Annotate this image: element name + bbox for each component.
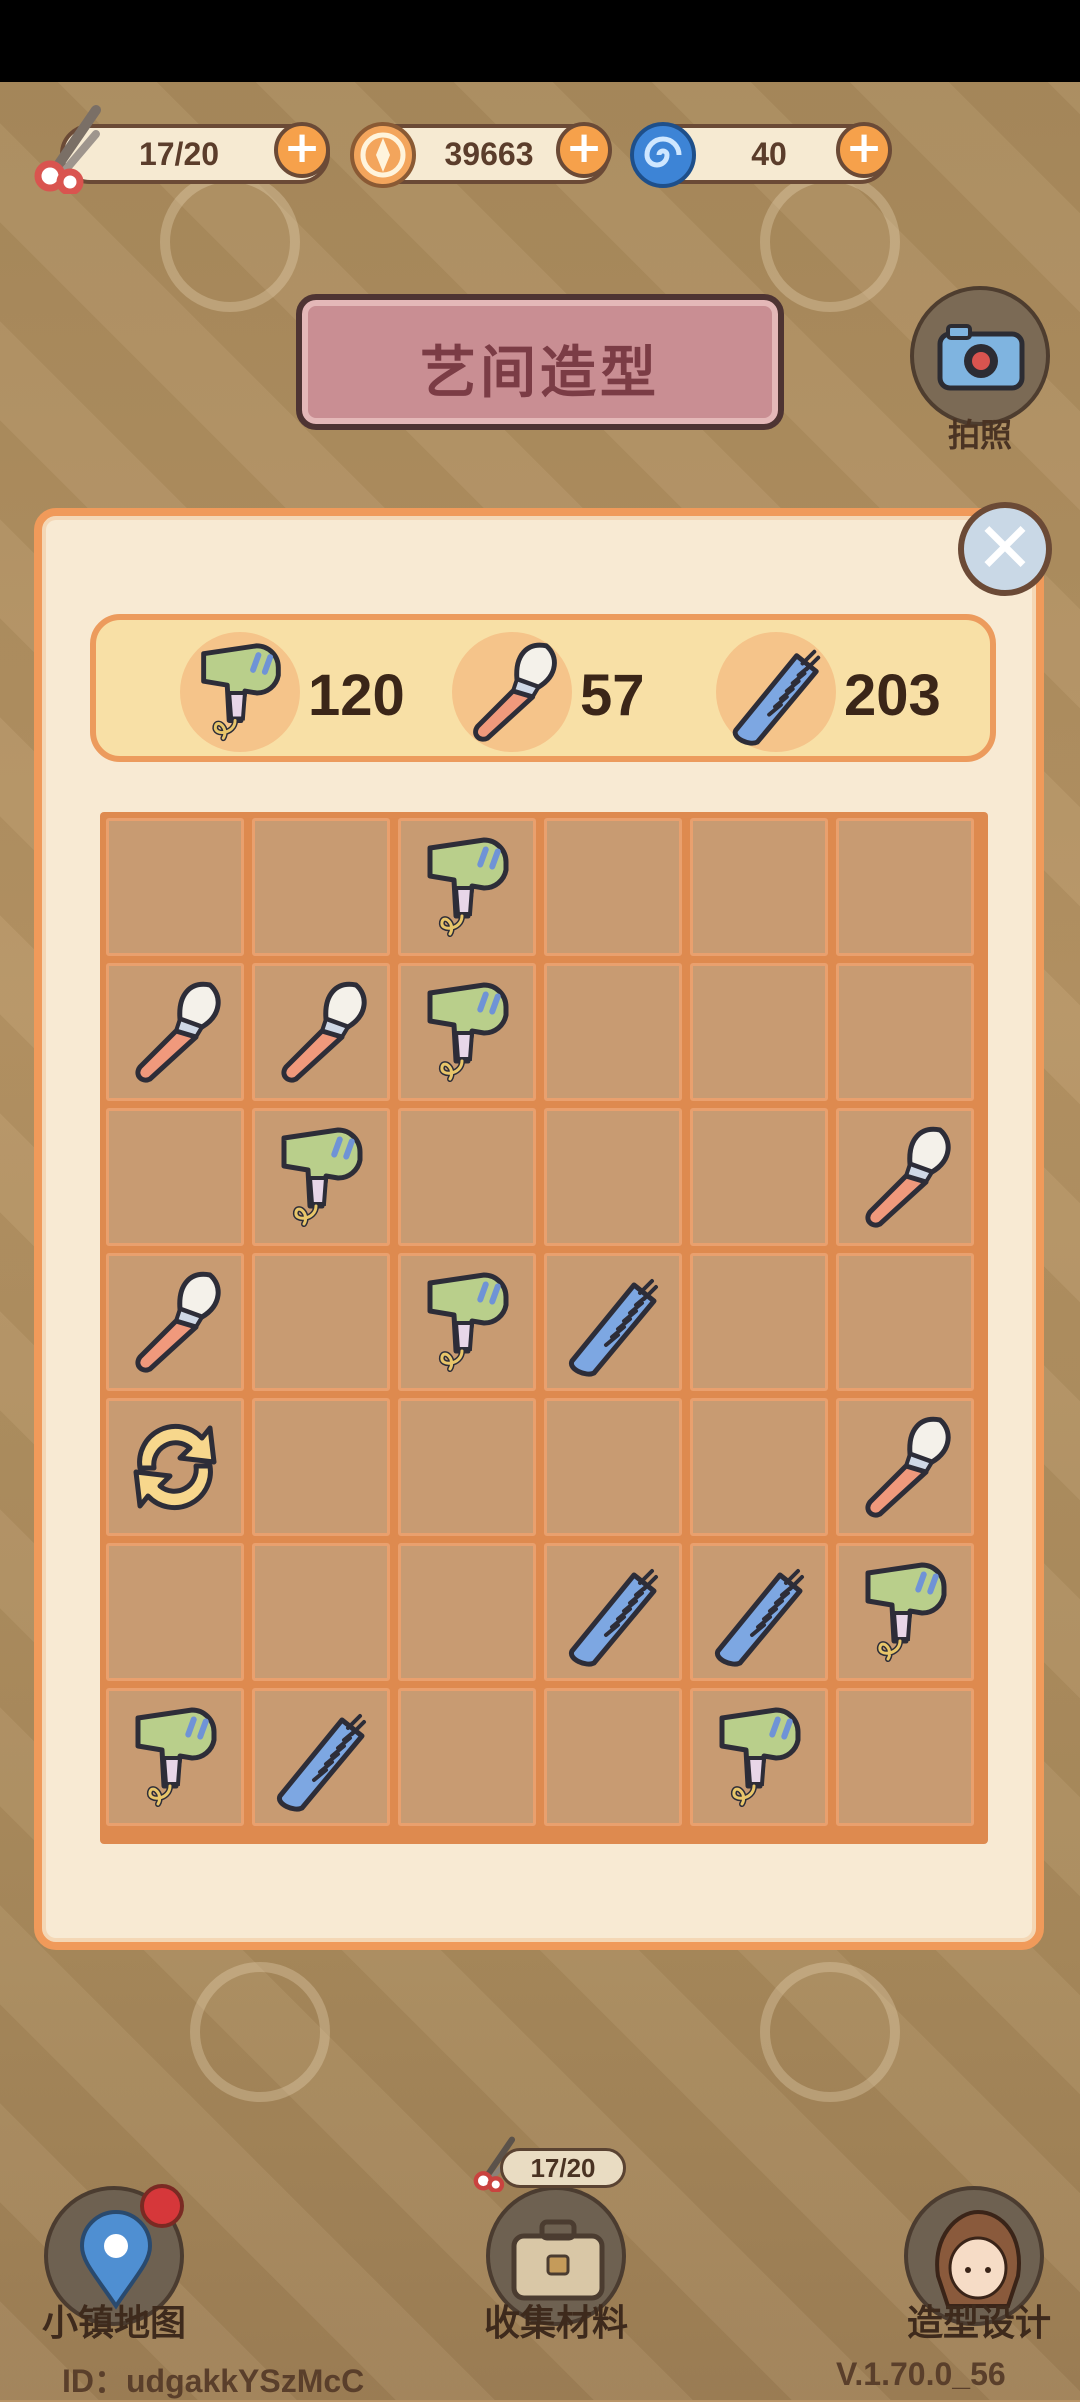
item-counter-bar: 120 57 203 bbox=[90, 614, 996, 762]
grid-cell[interactable] bbox=[252, 818, 390, 956]
comb-icon[interactable] bbox=[556, 1265, 670, 1379]
camera-label: 拍照 bbox=[947, 416, 1012, 454]
comb-icon[interactable] bbox=[264, 1700, 378, 1814]
suitcase-icon bbox=[511, 2219, 605, 2301]
makeup-brush-icon bbox=[456, 636, 568, 748]
coin-value: 39663 bbox=[444, 136, 534, 172]
status-bar bbox=[0, 0, 1080, 82]
comb-icon[interactable] bbox=[556, 1555, 670, 1669]
grid-cell[interactable] bbox=[398, 1108, 536, 1246]
grid-cell[interactable] bbox=[690, 963, 828, 1101]
grid-cell[interactable] bbox=[544, 1108, 682, 1246]
grid-cell[interactable] bbox=[544, 818, 682, 956]
grid-cell[interactable] bbox=[836, 1398, 974, 1536]
styling-design-label: 造型设计 bbox=[906, 2303, 1051, 2344]
grid-cell[interactable] bbox=[544, 1688, 682, 1826]
grid-cell[interactable] bbox=[690, 1253, 828, 1391]
version-text: V.1.70.0_56 bbox=[836, 2356, 1006, 2392]
grid-cell[interactable] bbox=[106, 1398, 244, 1536]
grid-cell[interactable] bbox=[106, 818, 244, 956]
grid-cell[interactable] bbox=[836, 1253, 974, 1391]
counter-value: 203 bbox=[844, 663, 941, 728]
page-title: 艺间造型 bbox=[420, 341, 660, 406]
collect-materials-label: 收集材料 bbox=[483, 2303, 628, 2344]
add-swirl-button[interactable]: + bbox=[836, 122, 892, 178]
grid-cell[interactable] bbox=[398, 818, 536, 956]
makeup-brush-icon[interactable] bbox=[848, 1120, 962, 1234]
add-coins-button[interactable]: + bbox=[556, 122, 612, 178]
close-button[interactable]: ✕ bbox=[958, 502, 1052, 596]
hair-dryer-icon[interactable] bbox=[264, 1120, 378, 1234]
grid-cell[interactable] bbox=[544, 963, 682, 1101]
grid-cell[interactable] bbox=[544, 1398, 682, 1536]
counter-value: 120 bbox=[308, 663, 405, 728]
grid-cell[interactable] bbox=[252, 1398, 390, 1536]
grid-cell[interactable] bbox=[690, 1543, 828, 1681]
merge-grid bbox=[100, 812, 988, 1844]
grid-cell[interactable] bbox=[836, 1543, 974, 1681]
grid-cell[interactable] bbox=[690, 1108, 828, 1246]
camera-icon bbox=[937, 324, 1025, 391]
grid-cell[interactable] bbox=[106, 963, 244, 1101]
grid-cell[interactable] bbox=[106, 1543, 244, 1681]
grid-cell[interactable] bbox=[252, 1543, 390, 1681]
grid-cell[interactable] bbox=[398, 1398, 536, 1536]
hair-dryer-icon[interactable] bbox=[410, 830, 524, 944]
grid-cell[interactable] bbox=[544, 1543, 682, 1681]
makeup-brush-icon[interactable] bbox=[848, 1410, 962, 1524]
grid-cell[interactable] bbox=[398, 963, 536, 1101]
hair-dryer-icon[interactable] bbox=[410, 1265, 524, 1379]
blue-swirl-icon bbox=[630, 122, 696, 188]
background-sun-decoration bbox=[160, 172, 300, 312]
title-plaque: 艺间造型 bbox=[296, 294, 784, 430]
collect-count-badge: 17/20 bbox=[500, 2148, 626, 2188]
town-map-label: 小镇地图 bbox=[41, 2303, 186, 2344]
coin-icon bbox=[350, 122, 416, 188]
grid-cell[interactable] bbox=[544, 1253, 682, 1391]
hair-dryer-icon[interactable] bbox=[118, 1700, 232, 1814]
comb-icon[interactable] bbox=[702, 1555, 816, 1669]
swirl-value: 40 bbox=[751, 136, 787, 172]
counter-value: 57 bbox=[580, 663, 645, 728]
makeup-brush-icon[interactable] bbox=[118, 1265, 232, 1379]
camera-button[interactable] bbox=[910, 286, 1050, 426]
grid-cell[interactable] bbox=[106, 1688, 244, 1826]
grid-cell[interactable] bbox=[690, 1688, 828, 1826]
grid-cell[interactable] bbox=[252, 1253, 390, 1391]
grid-cell[interactable] bbox=[398, 1543, 536, 1681]
add-scissors-button[interactable]: + bbox=[274, 122, 330, 178]
grid-cell[interactable] bbox=[836, 1108, 974, 1246]
refresh-icon[interactable] bbox=[118, 1410, 232, 1524]
grid-cell[interactable] bbox=[690, 818, 828, 956]
player-id: ID：udgakkYSzMcC bbox=[62, 2363, 365, 2399]
close-icon: ✕ bbox=[975, 507, 1035, 589]
grid-cell[interactable] bbox=[398, 1253, 536, 1391]
background-sun-decoration bbox=[760, 172, 900, 312]
grid-cell[interactable] bbox=[252, 963, 390, 1101]
grid-cell[interactable] bbox=[106, 1253, 244, 1391]
hair-dryer-icon bbox=[184, 636, 296, 748]
background-sun-decoration bbox=[190, 1962, 330, 2102]
grid-cell[interactable] bbox=[398, 1688, 536, 1826]
grid-cell[interactable] bbox=[836, 818, 974, 956]
makeup-brush-icon[interactable] bbox=[264, 975, 378, 1089]
grid-cell[interactable] bbox=[106, 1108, 244, 1246]
grid-cell[interactable] bbox=[690, 1398, 828, 1536]
grid-cell[interactable] bbox=[836, 963, 974, 1101]
grid-cell[interactable] bbox=[252, 1688, 390, 1826]
grid-cell[interactable] bbox=[836, 1688, 974, 1826]
hair-dryer-icon[interactable] bbox=[848, 1555, 962, 1669]
hair-dryer-icon[interactable] bbox=[410, 975, 524, 1089]
notification-dot bbox=[140, 2184, 184, 2228]
background-sun-decoration bbox=[760, 1962, 900, 2102]
grid-cell[interactable] bbox=[252, 1108, 390, 1246]
scissors-value: 17/20 bbox=[138, 136, 220, 172]
hair-dryer-icon[interactable] bbox=[702, 1700, 816, 1814]
makeup-brush-icon[interactable] bbox=[118, 975, 232, 1089]
scissors-icon bbox=[34, 105, 101, 194]
comb-icon bbox=[720, 636, 832, 748]
